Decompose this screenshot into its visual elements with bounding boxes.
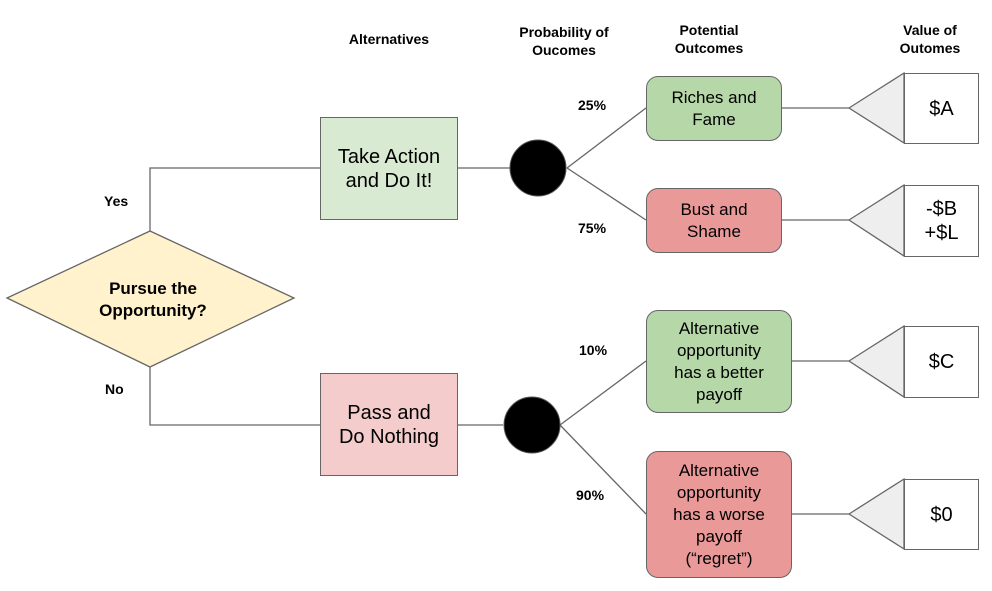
no-branch-line — [149, 367, 320, 426]
alternative-label: Take Action and Do It! — [337, 145, 441, 192]
outcome-riches-and-fame: Riches and Fame — [646, 76, 782, 141]
probability-label: 25% — [578, 97, 607, 113]
outcome-label: Alternative opportunity has a better pay… — [674, 318, 764, 404]
alternative-pass: Pass and Do Nothing — [320, 373, 458, 476]
probability-label: 10% — [579, 342, 608, 358]
value-label: $A — [929, 97, 954, 120]
alternative-take-action: Take Action and Do It! — [320, 117, 458, 220]
yes-label: Yes — [104, 193, 129, 209]
chance-node-action — [509, 139, 567, 197]
no-label: No — [105, 381, 124, 397]
value-box-c: $C — [904, 326, 979, 398]
yes-branch-line — [149, 167, 320, 231]
value-box-d: $0 — [904, 479, 979, 550]
branch-line-25 — [566, 107, 647, 169]
value-box-a: $A — [904, 73, 979, 144]
branch-line-75 — [566, 167, 647, 221]
header-outcomes: Potential Outcomes — [674, 22, 744, 56]
chance-node-pass — [503, 396, 561, 454]
value-box-b: -$B +$L — [904, 185, 979, 257]
terminal-node-b — [847, 183, 905, 258]
outcome-label: Riches and Fame — [671, 87, 757, 129]
outcome-label: Bust and Shame — [680, 199, 748, 241]
terminal-node-c — [847, 324, 905, 399]
terminal-node-a — [847, 71, 905, 145]
probability-label: 90% — [576, 487, 605, 503]
outcome-worse-payoff: Alternative opportunity has a worse payo… — [646, 451, 792, 578]
probability-label: 75% — [578, 220, 607, 236]
header-values: Value of Outomes — [899, 22, 961, 56]
decision-label: Pursue the Opportunity? — [99, 279, 207, 320]
outcome-better-payoff: Alternative opportunity has a better pay… — [646, 310, 792, 413]
header-probability: Probability of Oucomes — [519, 24, 609, 58]
value-label: -$B +$L — [924, 198, 959, 244]
outcome-label: Alternative opportunity has a worse payo… — [673, 460, 765, 568]
outcome-bust-and-shame: Bust and Shame — [646, 188, 782, 253]
alternative-label: Pass and Do Nothing — [338, 401, 440, 448]
value-label: $0 — [930, 503, 953, 526]
header-alternatives: Alternatives — [348, 31, 430, 47]
branch-line-10 — [559, 360, 647, 426]
terminal-node-d — [847, 477, 905, 551]
value-label: $C — [928, 351, 955, 373]
